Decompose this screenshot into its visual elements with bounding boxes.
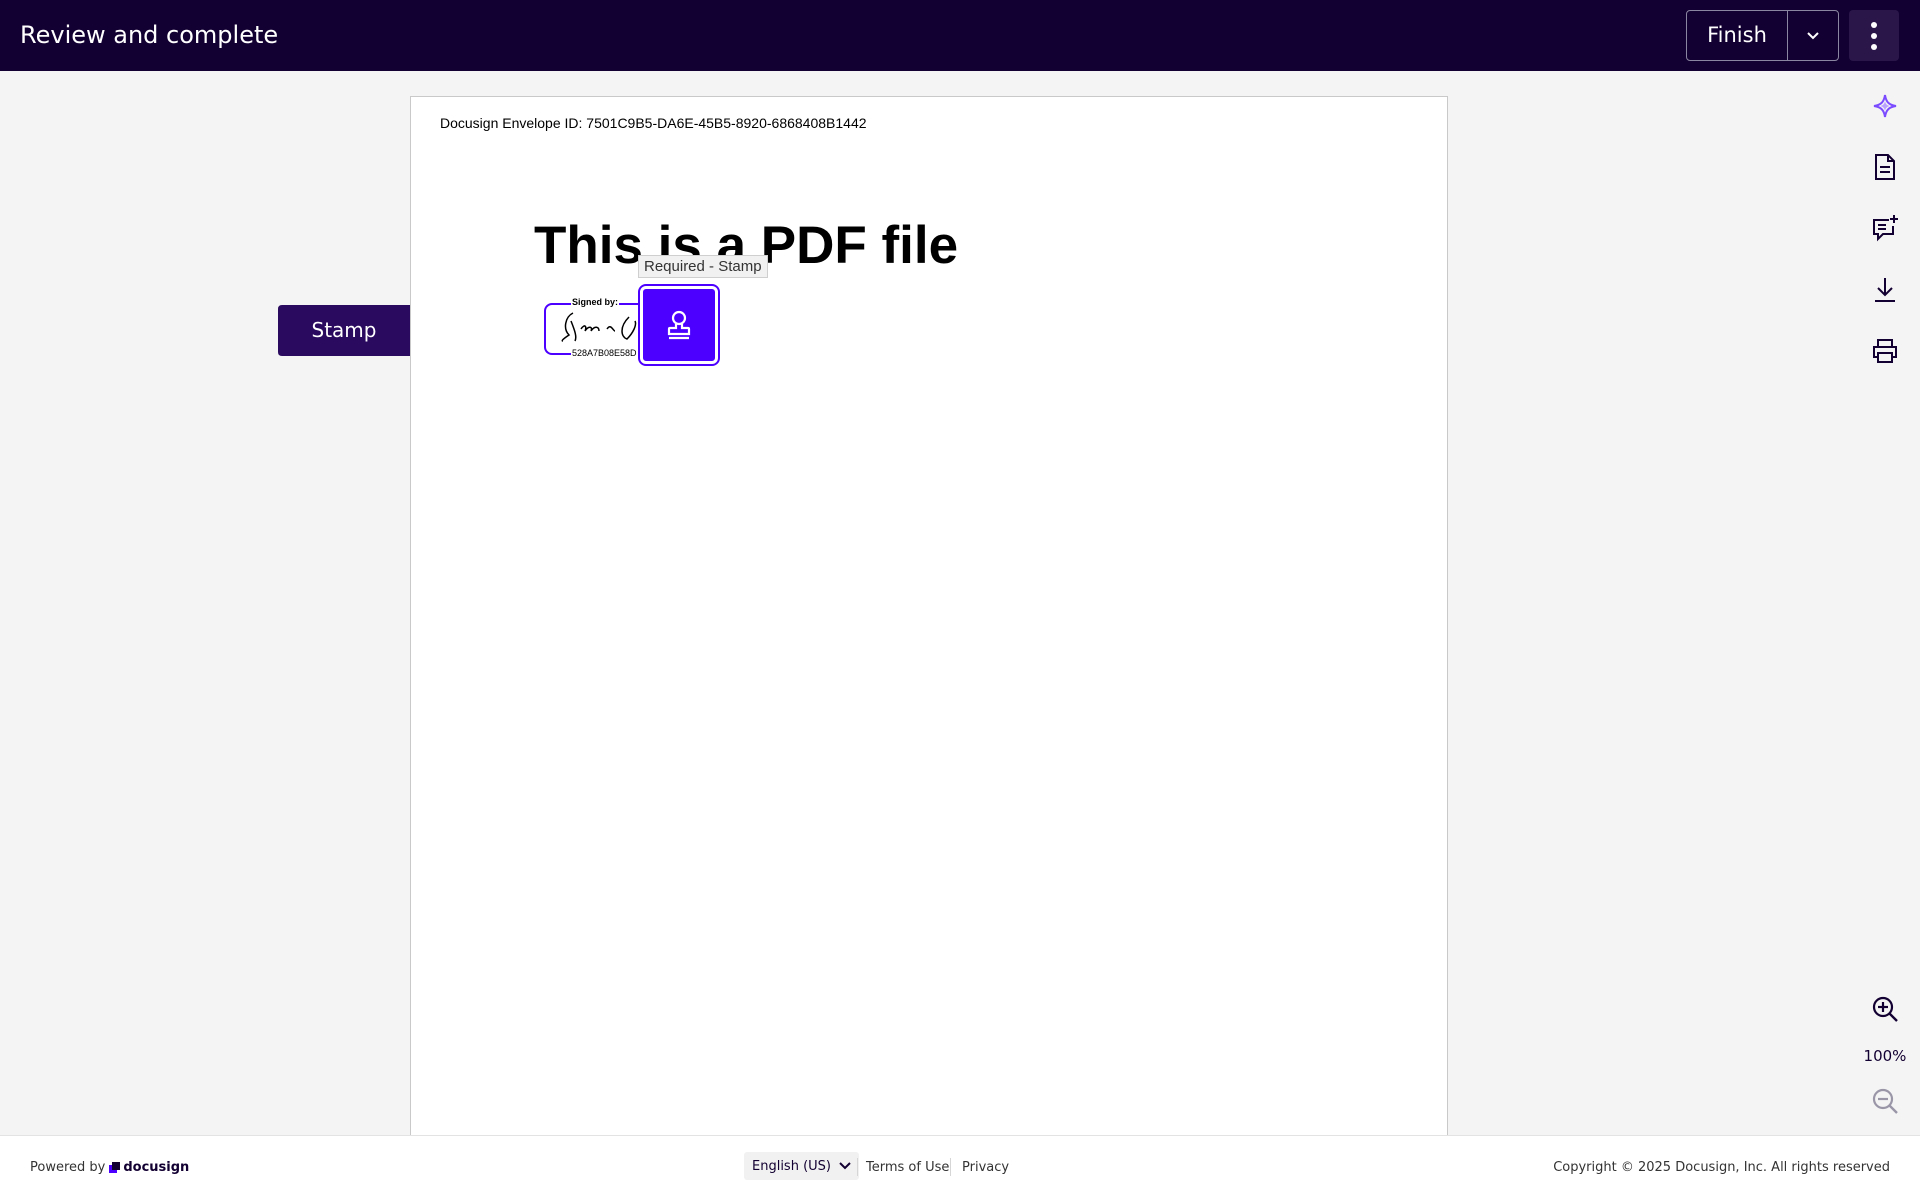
language-select[interactable]: English (US)	[744, 1152, 859, 1180]
finish-button-group: Finish	[1686, 10, 1839, 61]
more-options-button[interactable]	[1849, 10, 1899, 61]
document-icon	[1875, 154, 1895, 180]
add-comment-icon	[1873, 215, 1898, 242]
chevron-down-icon	[1807, 31, 1819, 39]
stamp-indicator-tag[interactable]: Stamp	[278, 305, 430, 356]
finish-options-button[interactable]	[1788, 11, 1838, 60]
ai-assistant-button[interactable]	[1868, 89, 1902, 123]
footer: Powered by docusign English (US) Terms o…	[0, 1135, 1920, 1200]
print-button[interactable]	[1868, 334, 1902, 368]
footer-divider	[950, 1158, 951, 1176]
stamp-icon	[667, 310, 691, 340]
page-title: Review and complete	[20, 21, 279, 49]
privacy-link[interactable]: Privacy	[962, 1160, 1009, 1175]
vertical-dots-icon	[1871, 21, 1877, 50]
sparkle-icon	[1873, 94, 1897, 118]
signer-id: 528A7B08E58D	[571, 348, 638, 358]
language-value: English (US)	[752, 1158, 831, 1174]
stamp-tooltip: Required - Stamp	[638, 255, 768, 278]
zoom-level: 100%	[1863, 1047, 1907, 1065]
zoom-out-icon	[1872, 1088, 1898, 1114]
copyright-text: Copyright © 2025 Docusign, Inc. All righ…	[1553, 1160, 1890, 1175]
zoom-out-button[interactable]	[1868, 1084, 1902, 1118]
zoom-in-icon	[1872, 996, 1898, 1022]
document-view-button[interactable]	[1868, 150, 1902, 184]
stamp-tag-label: Stamp	[311, 318, 377, 342]
docusign-logo: docusign	[109, 1160, 189, 1175]
finish-button[interactable]: Finish	[1687, 11, 1788, 60]
docusign-logo-icon	[109, 1162, 121, 1173]
powered-by: Powered by docusign	[30, 1160, 189, 1175]
printer-icon	[1873, 339, 1897, 363]
download-button[interactable]	[1868, 273, 1902, 307]
envelope-id: Docusign Envelope ID: 7501C9B5-DA6E-45B5…	[440, 115, 867, 131]
stamp-field[interactable]	[638, 284, 720, 366]
zoom-in-button[interactable]	[1868, 992, 1902, 1026]
powered-by-label: Powered by	[30, 1160, 106, 1175]
add-comment-button[interactable]	[1868, 211, 1902, 245]
document-page: Docusign Envelope ID: 7501C9B5-DA6E-45B5…	[410, 96, 1448, 1136]
terms-of-use-link[interactable]: Terms of Use	[866, 1160, 949, 1175]
chevron-down-icon	[839, 1162, 851, 1170]
signed-by-label: Signed by:	[571, 297, 620, 307]
brand-name: docusign	[123, 1160, 190, 1175]
app-header: Review and complete Finish	[0, 0, 1920, 71]
download-icon	[1875, 278, 1895, 302]
footer-divider	[857, 1158, 858, 1176]
